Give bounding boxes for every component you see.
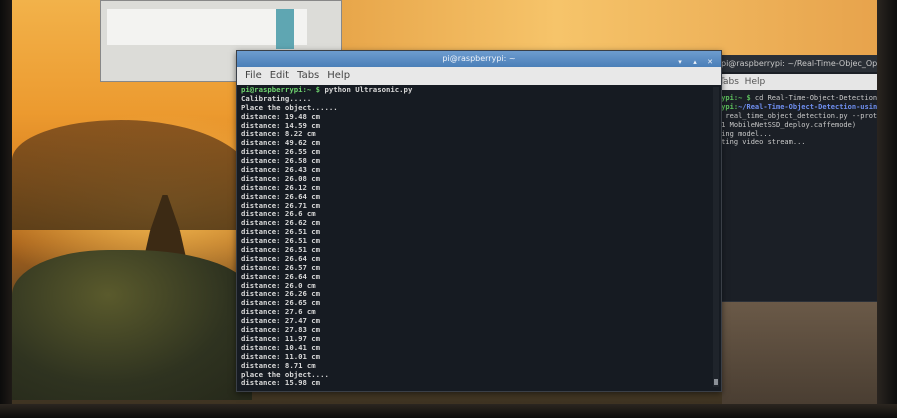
bg-line: ding model... [717, 129, 772, 138]
background-terminal-window[interactable]: pi@raspberrypi: ~/Real-Time-Objec_OpenCV… [712, 55, 889, 302]
bg-prompt: rypi:~ $ [717, 94, 751, 102]
window-controls: ▾ ▴ ✕ [670, 54, 715, 67]
bg-line: real_time_object_detection.py --prototxt… [725, 111, 877, 120]
monitor-bezel-right [877, 0, 897, 418]
minimize-button[interactable]: ▾ [675, 57, 685, 67]
command-text: python Ultrasonic.py [324, 86, 413, 94]
monitor-bezel-left [0, 0, 12, 418]
menu-help[interactable]: Help [327, 67, 350, 85]
terminal-title: pi@raspberrypi: ~ [442, 54, 516, 63]
wallpaper-trees [12, 250, 252, 400]
camera-object [276, 9, 294, 49]
wallpaper-hills [12, 120, 252, 230]
shell-prompt: pi@raspberrypi:~ $ [241, 86, 321, 94]
menu-tabs[interactable]: Tabs [297, 67, 319, 85]
bg-line: cd Real-Time-Object-Detection-Using- [754, 94, 877, 102]
output-lines: Calibrating..... Place the object...... di… [241, 94, 701, 388]
maximize-button[interactable]: ▴ [690, 57, 700, 67]
terminal-output[interactable]: pi@raspberrypi:~ $ python Ultrasonic.py C… [241, 86, 701, 388]
background-terminal-title[interactable]: pi@raspberrypi: ~/Real-Time-Objec_OpenCV… [713, 56, 889, 72]
menu-edit[interactable]: Edit [270, 67, 289, 85]
terminal-menubar: File Edit Tabs Help [237, 67, 721, 85]
bg-line: rting video stream... [717, 138, 806, 147]
close-button[interactable]: ✕ [705, 57, 715, 67]
monitor-bezel-bottom [0, 404, 897, 418]
terminal-titlebar[interactable]: pi@raspberrypi: ~ ▾ ▴ ✕ [237, 51, 721, 67]
scrollbar-thumb[interactable] [714, 379, 718, 385]
terminal-window[interactable]: pi@raspberrypi: ~ ▾ ▴ ✕ File Edit Tabs Help p… [236, 50, 722, 392]
bg-line: e1 MobileNetSSD_deploy.caffemode) [717, 120, 857, 129]
wallpaper-ground [722, 300, 878, 404]
menu-file[interactable]: File [245, 67, 262, 85]
background-terminal-output[interactable]: rypi:~ $ cd Real-Time-Object-Detection-U… [717, 94, 877, 294]
bg-path: ~/Real-Time-Object-Detection-using-OpenC [738, 102, 877, 111]
menu-help[interactable]: Help [745, 77, 766, 87]
terminal-scrollbar[interactable] [713, 87, 719, 387]
background-terminal-menubar: Tabs Help [713, 74, 887, 90]
